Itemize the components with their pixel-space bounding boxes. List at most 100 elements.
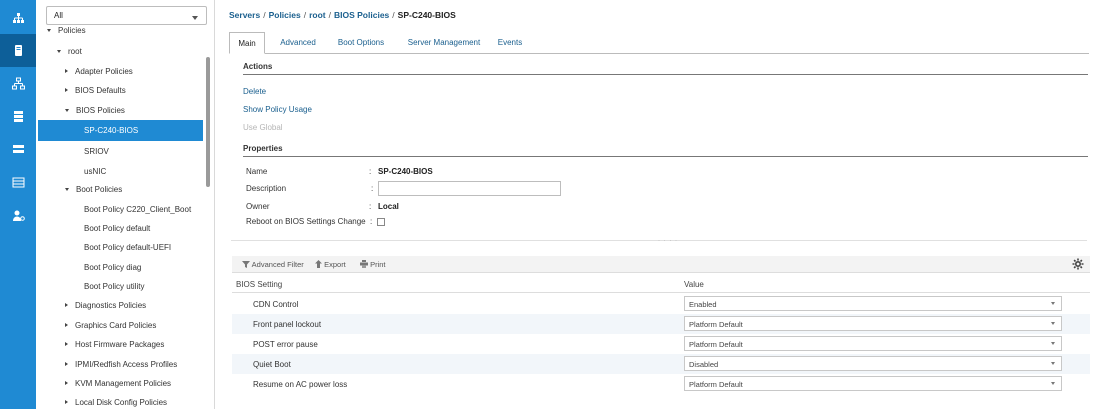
tree-item-label: Policies (58, 25, 86, 35)
table-row[interactable]: POST error pause Platform Default (232, 334, 1090, 354)
tree-item-label: Boot Policies (76, 184, 123, 194)
column-header-bios-setting[interactable]: BIOS Setting (236, 280, 282, 289)
tree-item-diagnostics-policies[interactable]: Diagnostics Policies (65, 297, 146, 313)
advanced-filter-button[interactable]: Advanced Filter (242, 260, 304, 269)
tab-boot-options[interactable]: Boot Options (329, 32, 393, 54)
bios-value-select[interactable]: Disabled (684, 356, 1062, 371)
rail-admin[interactable] (0, 199, 36, 232)
lan-icon (11, 77, 25, 90)
bios-value-select[interactable]: Platform Default (684, 376, 1062, 391)
tab-main[interactable]: Main (229, 32, 265, 54)
properties-divider (243, 156, 1088, 157)
chevron-down-icon (1051, 382, 1055, 385)
bios-value: Disabled (689, 360, 719, 369)
tree-item-bios-policies[interactable]: BIOS Policies (65, 102, 125, 118)
nav-filter-select[interactable]: All (46, 6, 207, 25)
tree-item-sp-c240-bios[interactable]: SP-C240-BIOS (38, 120, 203, 141)
export-label: Export (324, 260, 346, 269)
tree-item-boot-policy-diag[interactable]: Boot Policy diag (84, 259, 141, 275)
tree-item-label: Boot Policy diag (84, 262, 142, 272)
breadcrumb-root[interactable]: root (309, 10, 326, 20)
breadcrumb-separator: / (328, 10, 331, 20)
tree-item-label: Boot Policy utility (84, 281, 145, 291)
rail-san[interactable] (0, 100, 36, 133)
owner-colon: : (369, 202, 372, 211)
bios-value-select[interactable]: Enabled (684, 296, 1062, 311)
tree-item-label: KVM Management Policies (75, 378, 172, 388)
delete-link[interactable]: Delete (243, 87, 266, 96)
tree-item-bios-defaults[interactable]: BIOS Defaults (65, 82, 126, 98)
gear-icon[interactable] (1072, 258, 1084, 270)
tree-item-label: Boot Policy default (84, 223, 151, 233)
export-button[interactable]: Export (315, 260, 346, 269)
expand-right-icon (65, 381, 68, 385)
table-row[interactable]: Resume on AC power loss Platform Default (232, 374, 1090, 394)
rail-lan[interactable] (0, 67, 36, 100)
breadcrumb-bios-policies[interactable]: BIOS Policies (334, 10, 389, 20)
tree-item-adapter-policies[interactable]: Adapter Policies (65, 63, 133, 79)
san-icon (13, 111, 23, 122)
reboot-on-change-checkbox[interactable] (377, 218, 385, 226)
bios-setting-name: Front panel lockout (253, 320, 322, 329)
tab-advanced[interactable]: Advanced (273, 32, 323, 54)
expand-down-icon (57, 49, 61, 53)
tree-item-host-firmware-packages[interactable]: Host Firmware Packages (65, 336, 164, 352)
table-row[interactable]: Quiet Boot Disabled (232, 354, 1090, 374)
tree-item-label: SRIOV (84, 146, 109, 156)
nav-scrollbar[interactable] (206, 57, 210, 187)
tree-item-policies[interactable]: Policies (47, 25, 86, 35)
expand-down-icon (65, 108, 69, 112)
bios-value-select[interactable]: Platform Default (684, 336, 1062, 351)
table-row[interactable]: CDN Control Enabled (232, 294, 1090, 314)
tree-item-label: BIOS Defaults (75, 85, 126, 95)
splitter-handle-icon[interactable]: · · · · (658, 238, 678, 244)
description-label: Description (246, 184, 287, 193)
vm-icon (12, 145, 24, 153)
tree-item-boot-policy-utility[interactable]: Boot Policy utility (84, 278, 144, 294)
tree-item-label: Graphics Card Policies (75, 320, 157, 330)
reboot-colon: : (370, 217, 373, 226)
tree-item-boot-policy-default[interactable]: Boot Policy default (84, 220, 150, 236)
tree-item-sriov[interactable]: SRIOV (84, 143, 109, 159)
table-row[interactable]: Front panel lockout Platform Default (232, 314, 1090, 334)
tree-item-kvm-management-policies[interactable]: KVM Management Policies (65, 375, 171, 391)
admin-icon (12, 210, 25, 221)
tab-server-management[interactable]: Server Management (399, 32, 489, 54)
tree-item-usnic[interactable]: usNIC (84, 163, 106, 179)
tree-item-label: Host Firmware Packages (75, 339, 165, 349)
tree-item-boot-policy-default-uefi[interactable]: Boot Policy default-UEFI (84, 239, 171, 255)
advanced-filter-label: Advanced Filter (251, 260, 304, 269)
tab-events[interactable]: Events (493, 32, 527, 54)
equipment-icon (12, 13, 24, 23)
export-icon (315, 260, 322, 268)
show-policy-usage-link[interactable]: Show Policy Usage (243, 105, 312, 114)
rail-vm[interactable] (0, 133, 36, 166)
tree-item-boot-policy-c220[interactable]: Boot Policy C220_Client_Boot (84, 201, 191, 217)
tree-item-label: Boot Policy C220_Client_Boot (84, 204, 192, 214)
breadcrumb-policies[interactable]: Policies (269, 10, 301, 20)
expand-right-icon (65, 342, 68, 346)
rail-equipment[interactable] (0, 2, 36, 35)
tree-item-label: BIOS Policies (76, 105, 125, 115)
bios-value-select[interactable]: Platform Default (684, 316, 1062, 331)
tree-item-ipmi-redfish-access-profiles[interactable]: IPMI/Redfish Access Profiles (65, 356, 177, 372)
bios-setting-name: POST error pause (253, 340, 318, 349)
tree-item-root[interactable]: root (57, 43, 82, 59)
properties-heading: Properties (243, 144, 283, 153)
bios-value: Enabled (689, 300, 717, 309)
bios-setting-name: CDN Control (253, 300, 299, 309)
tree-item-label: Adapter Policies (75, 66, 133, 76)
expand-down-icon (47, 28, 51, 32)
tree-item-graphics-card-policies[interactable]: Graphics Card Policies (65, 317, 156, 333)
breadcrumb: Servers / Policies / root / BIOS Policies / SP-C… (229, 10, 456, 20)
actions-divider (243, 74, 1088, 75)
column-header-value[interactable]: Value (684, 280, 704, 289)
navigation-panel: All Policies root Adapter Policies BIOS … (37, 0, 215, 409)
tree-item-local-disk-config-policies[interactable]: Local Disk Config Policies (65, 394, 167, 410)
breadcrumb-servers[interactable]: Servers (229, 10, 260, 20)
print-button[interactable]: Print (360, 260, 386, 269)
rail-servers[interactable] (0, 34, 36, 67)
tree-item-boot-policies[interactable]: Boot Policies (65, 181, 122, 197)
description-input[interactable] (378, 181, 561, 196)
rail-storage[interactable] (0, 166, 36, 199)
